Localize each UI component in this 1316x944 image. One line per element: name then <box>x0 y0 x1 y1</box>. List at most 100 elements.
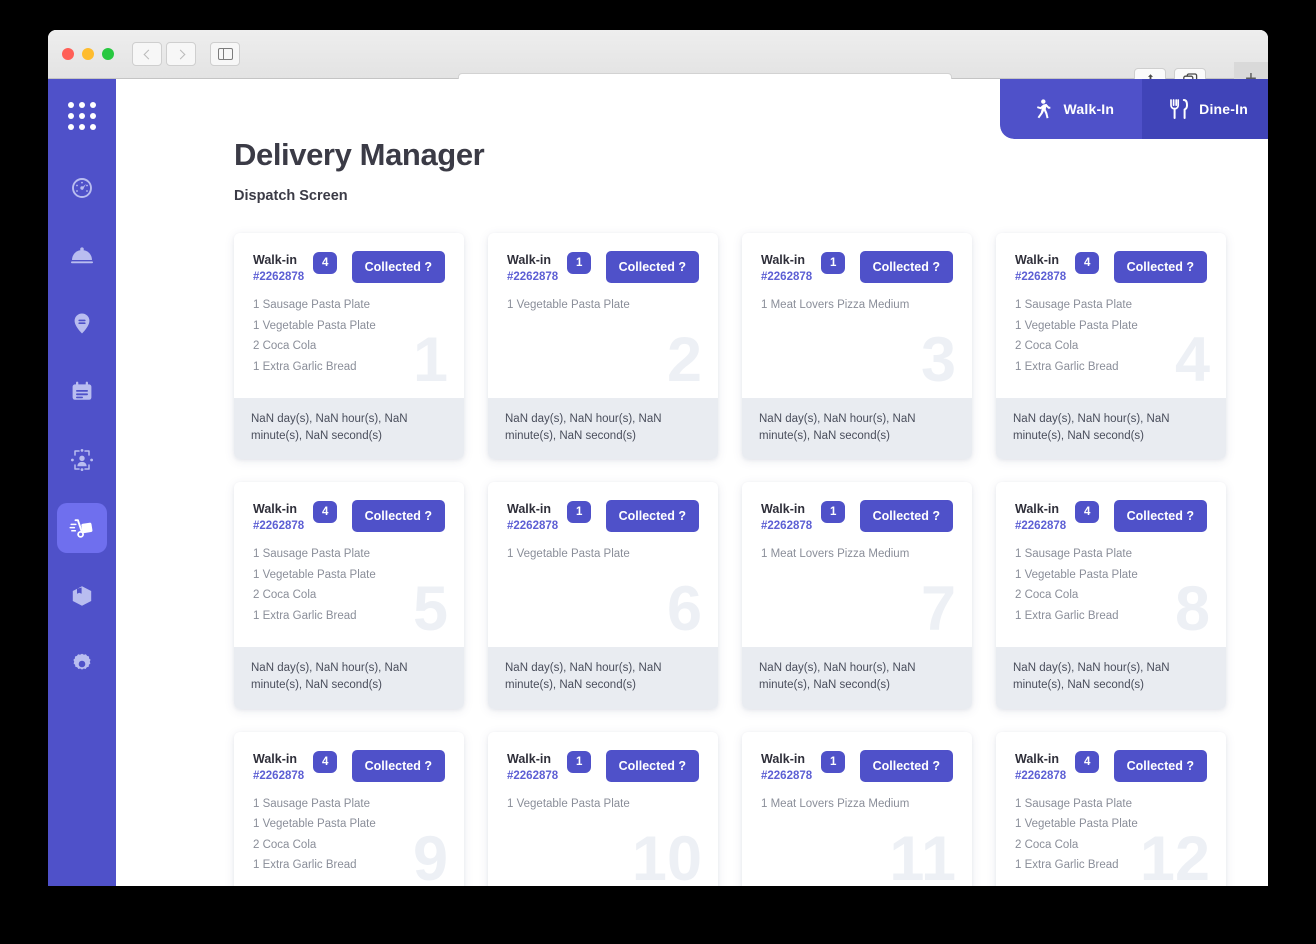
collected-button[interactable]: Collected ? <box>859 251 953 283</box>
order-card-body: Walk-in #2262878 4 Collected ? 1 Sausage… <box>234 233 464 398</box>
sidebar-item-inventory[interactable] <box>57 571 107 621</box>
order-type-tabs: Walk-In Dine-In <box>1000 79 1268 139</box>
order-identity: Walk-in #2262878 1 <box>761 500 846 532</box>
order-type-label: Walk-in <box>761 502 805 517</box>
order-items-list: 1 Sausage Pasta Plate 1 Vegetable Pasta P… <box>1015 299 1207 373</box>
order-id[interactable]: #2262878 <box>507 770 558 782</box>
collected-button[interactable]: Collected ? <box>1113 749 1207 782</box>
collected-button[interactable]: Collected ? <box>351 749 445 782</box>
sidebar-item-delivery[interactable] <box>57 503 107 553</box>
order-id[interactable]: #2262878 <box>1015 520 1066 532</box>
order-id[interactable]: #2262878 <box>253 770 304 782</box>
order-item-count-badge: 1 <box>567 750 592 773</box>
minimize-window-button[interactable] <box>82 48 94 60</box>
order-id[interactable]: #2262878 <box>761 271 812 283</box>
order-identity: Walk-in #2262878 4 <box>1015 251 1100 283</box>
order-identity: Walk-in #2262878 1 <box>507 750 592 782</box>
navigation-buttons <box>132 42 240 66</box>
collected-button[interactable]: Collected ? <box>605 500 699 533</box>
collected-button[interactable]: Collected ? <box>351 251 445 283</box>
gear-icon <box>73 653 91 670</box>
order-id[interactable]: #2262878 <box>1015 271 1066 283</box>
order-card: Walk-in #2262878 4 Collected ? 1 Sausage… <box>234 233 464 460</box>
order-items-list: 1 Sausage Pasta Plate 1 Vegetable Pasta P… <box>1015 798 1207 872</box>
toggle-sidebar-button[interactable] <box>210 42 240 66</box>
order-type-label: Walk-in <box>507 751 551 766</box>
order-identity: Walk-in #2262878 4 <box>253 500 338 532</box>
order-item-count-badge: 1 <box>567 501 592 524</box>
order-elapsed-timer: NaN day(s), NaN hour(s), NaN minute(s), … <box>996 398 1226 460</box>
order-id[interactable]: #2262878 <box>253 520 304 532</box>
grid-logo-icon[interactable] <box>63 97 101 135</box>
collected-button[interactable]: Collected ? <box>1113 251 1207 283</box>
order-items-list: 1 Vegetable Pasta Plate <box>507 299 699 312</box>
collected-button[interactable]: Collected ? <box>1113 500 1207 533</box>
order-card: Walk-in #2262878 4 Collected ? 1 Sausage… <box>234 731 464 886</box>
order-card: Walk-in #2262878 1 Collected ? 1 Meat Lo… <box>742 731 972 886</box>
order-item: 1 Sausage Pasta Plate <box>1015 299 1132 311</box>
browser-window: dimensions ↻ + <box>48 30 1268 886</box>
sidebar-item-dashboard[interactable] <box>57 163 107 213</box>
order-item: 1 Sausage Pasta Plate <box>253 299 370 311</box>
sidebar-item-locations[interactable] <box>57 299 107 349</box>
tab-dine-in[interactable]: Dine-In <box>1142 79 1268 139</box>
box-icon <box>72 586 92 606</box>
collected-button[interactable]: Collected ? <box>605 251 699 283</box>
maximize-window-button[interactable] <box>102 48 114 60</box>
order-sequence-number: 10 <box>631 823 702 886</box>
page-subtitle: Dispatch Screen <box>234 188 348 204</box>
collected-button[interactable]: Collected ? <box>605 749 699 782</box>
order-id[interactable]: #2262878 <box>507 271 558 283</box>
forward-button[interactable] <box>166 42 196 66</box>
order-id[interactable]: #2262878 <box>1015 770 1066 782</box>
order-item: 1 Extra Garlic Bread <box>1015 360 1119 373</box>
order-item: 1 Extra Garlic Bread <box>253 360 357 373</box>
browser-titlebar: dimensions ↻ + <box>48 30 1268 96</box>
sidebar-item-menu[interactable] <box>57 231 107 281</box>
order-identity: Walk-in #2262878 4 <box>1015 750 1100 782</box>
order-elapsed-timer: NaN day(s), NaN hour(s), NaN minute(s), … <box>742 647 972 709</box>
sidebar-item-customers[interactable] <box>57 435 107 485</box>
order-id[interactable]: #2262878 <box>507 520 558 532</box>
order-type-label: Walk-in <box>507 502 551 517</box>
order-item-count-badge: 1 <box>821 252 846 274</box>
order-item: 2 Coca Cola <box>253 838 317 851</box>
collected-button[interactable]: Collected ? <box>859 500 953 533</box>
order-card-header: Walk-in #2262878 4 Collected ? <box>1015 749 1207 782</box>
order-items-list: 1 Vegetable Pasta Plate <box>507 798 699 811</box>
back-button[interactable] <box>132 42 162 66</box>
order-item: 1 Extra Garlic Bread <box>253 859 357 872</box>
order-item: 1 Vegetable Pasta Plate <box>1015 568 1138 581</box>
order-item: 1 Vegetable Pasta Plate <box>507 548 630 561</box>
order-card-body: Walk-in #2262878 1 Collected ? 1 Meat Lo… <box>742 482 972 647</box>
order-item: 2 Coca Cola <box>253 340 317 352</box>
location-pin-icon <box>74 313 90 334</box>
window-controls <box>48 48 114 60</box>
order-type-label: Walk-in <box>1015 751 1059 766</box>
sidebar-item-settings[interactable] <box>57 639 107 689</box>
order-card-header: Walk-in #2262878 1 Collected ? <box>507 500 699 533</box>
order-id[interactable]: #2262878 <box>761 520 812 532</box>
order-item: 2 Coca Cola <box>1015 589 1079 602</box>
order-type-label: Walk-in <box>253 253 297 267</box>
order-sequence-number: 7 <box>920 574 956 645</box>
order-item-count-badge: 4 <box>1075 501 1100 524</box>
sidebar-icon <box>217 48 233 60</box>
order-card-header: Walk-in #2262878 4 Collected ? <box>253 749 445 782</box>
order-items-list: 1 Meat Lovers Pizza Medium <box>761 798 953 811</box>
collected-button[interactable]: Collected ? <box>859 749 953 782</box>
close-window-button[interactable] <box>62 48 74 60</box>
order-id[interactable]: #2262878 <box>253 271 304 283</box>
speedometer-icon <box>72 178 92 198</box>
tab-walk-in[interactable]: Walk-In <box>1000 79 1143 139</box>
delivery-cart-icon <box>69 519 93 538</box>
sidebar-item-orders[interactable] <box>57 367 107 417</box>
order-item: 1 Vegetable Pasta Plate <box>253 818 376 831</box>
order-item-count-badge: 4 <box>1075 252 1100 274</box>
order-id[interactable]: #2262878 <box>761 770 812 782</box>
app-sidebar <box>48 79 116 886</box>
order-item: 1 Sausage Pasta Plate <box>253 797 370 810</box>
tab-walk-in-label: Walk-In <box>1063 101 1115 117</box>
collected-button[interactable]: Collected ? <box>351 500 445 533</box>
order-card-grid: Walk-in #2262878 4 Collected ? 1 Sausage… <box>234 233 1268 886</box>
